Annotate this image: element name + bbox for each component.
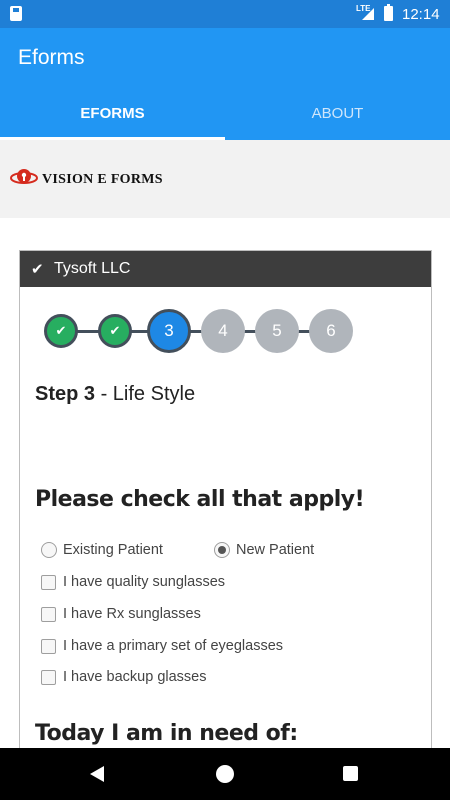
checkbox[interactable] <box>41 638 56 654</box>
checkbox-rx-sunglasses[interactable]: I have Rx sunglasses <box>41 606 201 622</box>
step-3[interactable]: 3 <box>147 309 191 353</box>
step-1[interactable]: ✔ <box>44 314 78 348</box>
sd-card-icon <box>10 6 22 21</box>
logo-text: VISION E FORMS <box>42 172 163 187</box>
radio-existing-patient[interactable]: Existing Patient <box>41 542 163 558</box>
progress-stepper: ✔ ✔ 3 4 5 6 <box>44 309 364 353</box>
section-heading-check-all: Please check all that apply! <box>35 487 365 512</box>
step-2[interactable]: ✔ <box>98 314 132 348</box>
checkmark-icon: ✔ <box>109 323 121 338</box>
section-heading-in-need-of: Today I am in need of: <box>35 721 298 746</box>
step-5[interactable]: 5 <box>255 309 299 353</box>
logo-band: VISION E FORMS <box>0 140 450 218</box>
system-nav-bar <box>0 748 450 800</box>
step-title: Step 3 - Life Style <box>35 383 195 406</box>
status-bar: LTE 12:14 <box>0 0 450 28</box>
radio-button[interactable] <box>41 542 57 558</box>
step-number: Step 3 <box>35 383 96 405</box>
checkbox-label: I have backup glasses <box>63 669 207 685</box>
checkbox-label: I have quality sunglasses <box>63 574 226 590</box>
vision-logo-icon <box>10 169 38 184</box>
tab-about[interactable]: ABOUT <box>225 100 450 140</box>
app-title: Eforms <box>18 46 85 69</box>
tab-eforms-label: EFORMS <box>80 105 145 122</box>
checkmark-icon: ✔ <box>55 323 67 338</box>
checkbox-quality-sunglasses[interactable]: I have quality sunglasses <box>41 574 225 590</box>
form-page: ✔ Tysoft LLC ✔ ✔ 3 4 5 6 Step 3 - Life S… <box>0 218 450 750</box>
tab-eforms[interactable]: EFORMS <box>0 100 225 140</box>
step-6[interactable]: 6 <box>309 309 353 353</box>
form-card: ✔ Tysoft LLC ✔ ✔ 3 4 5 6 Step 3 - Life S… <box>19 250 432 750</box>
card-header: ✔ Tysoft LLC <box>20 251 431 287</box>
radio-label: Existing Patient <box>63 542 163 558</box>
battery-icon <box>384 4 393 21</box>
checkbox[interactable] <box>41 574 56 590</box>
app-bar: Eforms EFORMS ABOUT <box>0 28 450 140</box>
step-name: - Life Style <box>100 383 196 405</box>
radio-button-selected[interactable] <box>214 542 230 558</box>
checkbox-primary-eyeglasses[interactable]: I have a primary set of eyeglasses <box>41 638 283 654</box>
signal-icon <box>362 8 374 20</box>
checkbox[interactable] <box>41 669 56 685</box>
tab-about-label: ABOUT <box>311 105 364 122</box>
radio-new-patient[interactable]: New Patient <box>214 542 314 558</box>
checkbox-label: I have Rx sunglasses <box>63 606 201 622</box>
checkbox-label: I have a primary set of eyeglasses <box>63 638 284 654</box>
company-name: Tysoft LLC <box>54 260 131 277</box>
checkbox-backup-glasses[interactable]: I have backup glasses <box>41 669 206 685</box>
checkbox[interactable] <box>41 606 56 622</box>
home-icon[interactable] <box>216 765 234 783</box>
back-icon[interactable] <box>90 766 104 782</box>
step-4[interactable]: 4 <box>201 309 245 353</box>
check-icon: ✔ <box>31 261 44 278</box>
status-time: 12:14 <box>402 6 440 23</box>
recent-apps-icon[interactable] <box>343 766 358 781</box>
radio-label: New Patient <box>236 542 315 558</box>
